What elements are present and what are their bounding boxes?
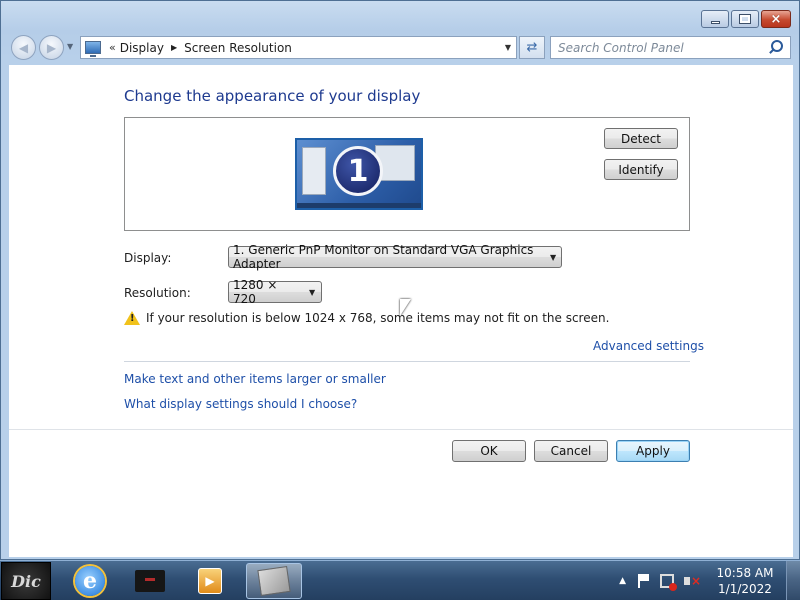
taskbar-internet-explorer[interactable]: e xyxy=(62,563,118,599)
system-tray: ▲ 10:58 AM 1/1/2022 xyxy=(619,561,800,600)
start-button[interactable]: Dic xyxy=(1,562,51,600)
resolution-select-value: 1280 × 720 xyxy=(233,278,278,306)
screen-resolution-window: × ◀ ▶ ▼ « Display ▶ Screen Resolution ▼ … xyxy=(0,0,800,560)
divider xyxy=(124,361,690,362)
resolution-select[interactable]: 1280 × 720 ▼ xyxy=(228,278,322,306)
display-select[interactable]: 1. Generic PnP Monitor on Standard VGA G… xyxy=(228,243,562,271)
close-button[interactable]: × xyxy=(761,10,791,28)
maximize-button[interactable] xyxy=(731,10,759,28)
minimize-button[interactable] xyxy=(701,10,729,28)
cancel-button[interactable]: Cancel xyxy=(534,440,608,462)
show-hidden-icons-icon[interactable]: ▲ xyxy=(619,576,626,586)
display-select-value: 1. Generic PnP Monitor on Standard VGA G… xyxy=(233,243,534,271)
advanced-settings-link[interactable]: Advanced settings xyxy=(593,339,704,353)
breadcrumb-separator-icon[interactable]: ▶ xyxy=(171,43,177,52)
mouse-cursor-icon xyxy=(400,299,411,316)
search-input[interactable]: Search Control Panel xyxy=(558,41,768,55)
resolution-warning: If your resolution is below 1024 x 768, … xyxy=(124,311,609,325)
back-arrow-icon: ◀ xyxy=(18,40,29,55)
volume-muted-icon[interactable] xyxy=(684,574,701,588)
monitor-number-badge: 1 xyxy=(333,146,383,196)
display-label: Display: xyxy=(124,251,172,265)
clock-date: 1/1/2022 xyxy=(718,582,772,596)
monitor-thumbnail[interactable]: 1 xyxy=(295,138,423,210)
breadcrumb-screen-resolution[interactable]: Screen Resolution xyxy=(184,41,292,55)
text-size-link[interactable]: Make text and other items larger or smal… xyxy=(124,372,386,386)
internet-explorer-icon: e xyxy=(75,566,105,596)
monitor-preview-panel: 1 Detect Identify xyxy=(124,117,690,231)
clock-time: 10:58 AM xyxy=(716,566,774,580)
display-help-link[interactable]: What display settings should I choose? xyxy=(124,397,357,411)
footer-divider xyxy=(9,429,793,430)
search-box[interactable]: Search Control Panel xyxy=(550,36,791,59)
monitor-window-graphic xyxy=(302,147,326,195)
chevron-down-icon: ▼ xyxy=(549,252,557,262)
identify-button[interactable]: Identify xyxy=(604,159,678,180)
media-player-icon: ▶ xyxy=(198,568,222,594)
monitor-taskbar-graphic xyxy=(297,203,421,208)
refresh-button[interactable]: ⇄ xyxy=(519,36,545,59)
warning-icon xyxy=(124,311,140,325)
ok-button[interactable]: OK xyxy=(452,440,526,462)
navigation-bar: ◀ ▶ ▼ « Display ▶ Screen Resolution ▼ ⇄ … xyxy=(1,33,799,61)
warning-text: If your resolution is below 1024 x 768, … xyxy=(146,311,610,325)
back-button[interactable]: ◀ xyxy=(11,35,36,60)
address-dropdown-icon[interactable]: ▼ xyxy=(500,43,516,52)
network-icon[interactable] xyxy=(660,574,677,591)
breadcrumb-overflow[interactable]: « xyxy=(109,41,116,54)
maximize-icon xyxy=(739,14,751,24)
close-icon: × xyxy=(770,11,782,27)
control-panel-icon xyxy=(85,41,101,57)
action-center-flag-icon[interactable] xyxy=(638,574,650,588)
minimize-icon xyxy=(710,20,720,24)
apply-button[interactable]: Apply xyxy=(616,440,690,462)
taskbar-folder[interactable] xyxy=(122,563,178,599)
page-title: Change the appearance of your display xyxy=(124,87,421,105)
chevron-down-icon: ▼ xyxy=(309,287,316,297)
refresh-icon: ⇄ xyxy=(526,40,538,55)
recent-pages-dropdown[interactable]: ▼ xyxy=(67,42,73,51)
address-bar[interactable]: « Display ▶ Screen Resolution ▼ xyxy=(80,36,517,59)
forward-button[interactable]: ▶ xyxy=(39,35,64,60)
caption-buttons: × xyxy=(701,10,791,28)
clock[interactable]: 10:58 AM 1/1/2022 xyxy=(712,565,778,597)
display-settings-icon xyxy=(257,566,291,596)
detect-button[interactable]: Detect xyxy=(604,128,678,149)
taskbar: Dic e ▶ ▲ 10:58 AM 1/1/2022 xyxy=(0,560,800,600)
show-desktop-button[interactable] xyxy=(786,561,800,600)
taskbar-media-player[interactable]: ▶ xyxy=(182,563,238,599)
forward-arrow-icon: ▶ xyxy=(46,40,57,55)
resolution-label: Resolution: xyxy=(124,286,191,300)
breadcrumb-display[interactable]: Display xyxy=(120,41,164,55)
search-icon[interactable] xyxy=(768,39,786,57)
folder-icon xyxy=(135,570,165,592)
taskbar-display-settings[interactable] xyxy=(246,563,302,599)
